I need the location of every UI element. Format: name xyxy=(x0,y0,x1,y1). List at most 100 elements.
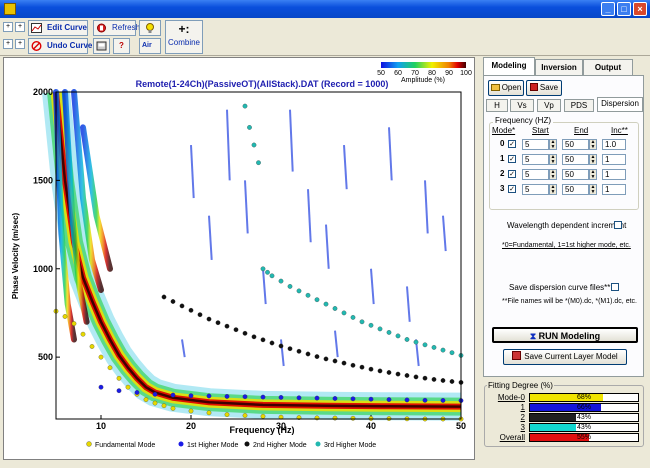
combine-button[interactable]: +: Combine xyxy=(165,20,203,54)
undo-curve-button[interactable]: Undo Curve xyxy=(28,38,92,54)
fundamental-point[interactable] xyxy=(332,415,338,421)
freq-row-checkbox[interactable]: ✓ xyxy=(508,185,516,193)
second-higher-point[interactable] xyxy=(413,374,419,380)
second-higher-point[interactable] xyxy=(404,373,410,378)
first-higher-point[interactable] xyxy=(332,396,338,401)
second-higher-point[interactable] xyxy=(269,340,275,346)
third-higher-point[interactable] xyxy=(449,350,455,356)
third-higher-point[interactable] xyxy=(368,322,374,328)
fundamental-point[interactable] xyxy=(188,408,194,414)
second-higher-point[interactable] xyxy=(350,362,356,368)
freq-start-input[interactable]: 5 xyxy=(522,139,549,150)
freq-row-checkbox[interactable]: ✓ xyxy=(508,140,516,148)
first-higher-point[interactable] xyxy=(224,394,230,399)
fundamental-point[interactable] xyxy=(116,375,122,381)
fundamental-point[interactable] xyxy=(125,384,131,390)
second-higher-point[interactable] xyxy=(314,354,320,359)
freq-end-spinner[interactable]: ▲ ▼ xyxy=(589,154,597,165)
fundamental-point[interactable] xyxy=(224,412,230,417)
second-higher-point[interactable] xyxy=(395,371,401,377)
third-higher-point[interactable] xyxy=(350,315,356,320)
freq-inc-input[interactable]: 1.0 xyxy=(602,139,626,150)
second-higher-point[interactable] xyxy=(341,360,347,366)
refresh-button[interactable]: Refresh xyxy=(93,20,140,36)
third-higher-point[interactable] xyxy=(359,319,365,325)
first-higher-point[interactable] xyxy=(116,388,122,394)
second-higher-point[interactable] xyxy=(305,351,311,357)
freq-inc-input[interactable]: 1 xyxy=(602,169,626,180)
subtab-dispersion[interactable]: Dispersion xyxy=(597,97,643,112)
subtab-vs[interactable]: Vs xyxy=(510,99,534,112)
third-higher-point[interactable] xyxy=(287,284,293,289)
fundamental-point[interactable] xyxy=(107,365,113,371)
freq-start-spinner[interactable]: ▲ ▼ xyxy=(549,139,557,150)
third-higher-point[interactable] xyxy=(256,160,261,166)
third-higher-point[interactable] xyxy=(242,103,248,109)
tab-modeling[interactable]: Modeling xyxy=(483,57,535,75)
first-higher-point[interactable] xyxy=(368,396,374,402)
second-higher-point[interactable] xyxy=(440,378,446,383)
fundamental-point[interactable] xyxy=(80,331,86,337)
second-higher-point[interactable] xyxy=(260,337,266,343)
save-dispersion-checkbox[interactable] xyxy=(611,283,619,291)
first-higher-point[interactable] xyxy=(314,395,320,401)
second-higher-point[interactable] xyxy=(179,303,185,309)
print-button[interactable] xyxy=(93,38,110,54)
third-higher-point[interactable] xyxy=(341,310,347,316)
first-higher-point[interactable] xyxy=(278,395,284,400)
third-higher-point[interactable] xyxy=(265,269,270,275)
third-higher-point[interactable] xyxy=(395,333,401,339)
save-button[interactable]: Save xyxy=(526,80,562,96)
third-higher-point[interactable] xyxy=(251,142,257,148)
run-modeling-button[interactable]: ⧗ RUN Modeling xyxy=(492,327,638,343)
first-higher-point[interactable] xyxy=(242,394,248,400)
second-higher-point[interactable] xyxy=(377,368,383,374)
third-higher-point[interactable] xyxy=(332,306,338,311)
close-button[interactable]: × xyxy=(633,2,647,16)
bulb-button[interactable] xyxy=(139,20,161,36)
third-higher-point[interactable] xyxy=(404,337,410,342)
tab-output[interactable]: Output xyxy=(583,59,633,75)
wavelength-checkbox[interactable] xyxy=(614,221,622,229)
zoom-in-y-button[interactable]: + xyxy=(15,22,25,32)
freq-start-spinner[interactable]: ▲ ▼ xyxy=(549,169,557,180)
third-higher-point[interactable] xyxy=(422,342,428,348)
freq-row-checkbox[interactable]: ✓ xyxy=(508,170,516,178)
dispersion-chart[interactable]: 50 60 70 80 90 100 Amplitude (%) Remote(1-24C… xyxy=(4,58,474,459)
first-higher-point[interactable] xyxy=(188,393,194,399)
fundamental-point[interactable] xyxy=(242,413,248,418)
second-higher-point[interactable] xyxy=(188,307,194,313)
tab-inversion[interactable]: Inversion xyxy=(535,59,583,75)
fundamental-point[interactable] xyxy=(143,397,149,402)
freq-end-spinner[interactable]: ▲ ▼ xyxy=(589,139,597,150)
third-higher-point[interactable] xyxy=(431,345,437,350)
third-higher-point[interactable] xyxy=(314,297,320,303)
third-higher-point[interactable] xyxy=(278,278,284,284)
first-higher-point[interactable] xyxy=(134,390,140,395)
freq-start-input[interactable]: 5 xyxy=(522,169,549,180)
subtab-pds[interactable]: PDS xyxy=(564,99,594,112)
third-higher-point[interactable] xyxy=(305,292,311,298)
zoom-out-y-button[interactable]: + xyxy=(15,39,25,49)
zoom-out-x-button[interactable]: + xyxy=(3,39,13,49)
freq-end-input[interactable]: 50 xyxy=(562,184,589,195)
second-higher-point[interactable] xyxy=(233,327,239,333)
minimize-button[interactable]: _ xyxy=(601,2,615,16)
fundamental-point[interactable] xyxy=(206,410,212,416)
subtab-h[interactable]: H xyxy=(486,99,508,112)
second-higher-point[interactable] xyxy=(431,377,437,382)
freq-inc-input[interactable]: 1 xyxy=(602,184,626,195)
second-higher-point[interactable] xyxy=(296,348,302,354)
fundamental-point[interactable] xyxy=(350,415,356,421)
open-button[interactable]: Open xyxy=(488,80,524,96)
first-higher-point[interactable] xyxy=(170,392,176,398)
subtab-vp[interactable]: Vp xyxy=(537,99,561,112)
third-higher-point[interactable] xyxy=(247,125,252,130)
third-higher-point[interactable] xyxy=(440,347,446,353)
third-higher-point[interactable] xyxy=(296,288,302,294)
second-higher-point[interactable] xyxy=(287,346,293,352)
fundamental-point[interactable] xyxy=(62,314,68,319)
dispersion-plot-window[interactable]: 50 60 70 80 90 100 Amplitude (%) Remote(1-24C… xyxy=(3,57,475,460)
second-higher-point[interactable] xyxy=(332,358,338,364)
edit-curve-button[interactable]: Edit Curve xyxy=(28,20,88,36)
